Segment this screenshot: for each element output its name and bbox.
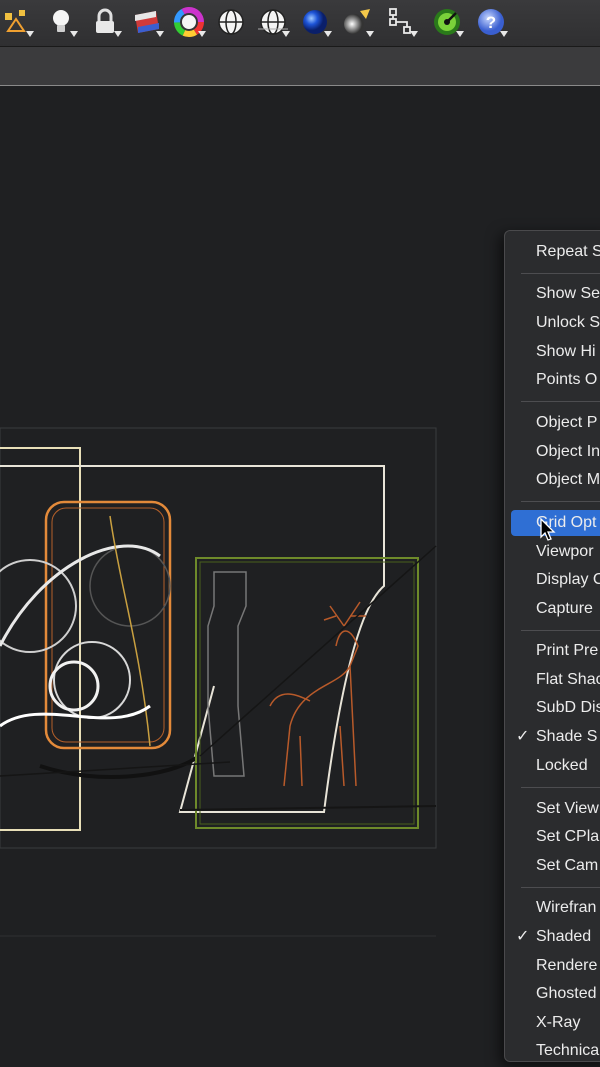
menu-item-display[interactable]: Display C <box>511 567 600 593</box>
svg-text:?: ? <box>486 13 496 32</box>
menu-separator <box>521 630 600 631</box>
menu-item-capture[interactable]: Capture <box>511 596 600 622</box>
menu-item-ghosted[interactable]: Ghosted <box>511 981 600 1007</box>
menu-item-technical[interactable]: Technica <box>511 1038 600 1061</box>
menu-item-show-selected[interactable]: Show Se <box>511 281 600 307</box>
menu-item-set-view[interactable]: Set View <box>511 796 600 822</box>
render-light-icon[interactable] <box>340 5 376 41</box>
menu-item-repeat[interactable]: Repeat S <box>511 239 600 265</box>
lock-icon[interactable] <box>88 5 124 41</box>
menu-separator <box>521 401 600 402</box>
lightbulb-icon[interactable] <box>44 5 80 41</box>
menu-item-points-on[interactable]: Points O <box>511 367 600 393</box>
menu-item-rendered[interactable]: Rendere <box>511 953 600 979</box>
checkmark-icon: ✓ <box>516 928 530 945</box>
menu-item-shade-selected[interactable]: ✓ Shade S <box>511 724 600 750</box>
menu-separator <box>521 787 600 788</box>
menu-item-viewport[interactable]: Viewpor <box>511 539 600 565</box>
wireframe-sphere-icon[interactable] <box>214 5 250 41</box>
grid-sphere-icon[interactable] <box>256 5 292 41</box>
shaded-sphere-icon[interactable] <box>298 5 334 41</box>
menu-item-object-m[interactable]: Object M <box>511 467 600 493</box>
menu-item-locked[interactable]: Locked <box>511 753 600 779</box>
menu-item-show-hidden[interactable]: Show Hi <box>511 339 600 365</box>
menu-item-wireframe[interactable]: Wirefran <box>511 895 600 921</box>
toolbar: ? <box>0 0 600 47</box>
menu-item-print-preview[interactable]: Print Pre <box>511 638 600 664</box>
menu-item-object-properties[interactable]: Object P <box>511 410 600 436</box>
menu-item-shaded[interactable]: ✓ Shaded <box>511 924 600 950</box>
help-icon[interactable]: ? <box>474 5 510 41</box>
menu-item-flat-shade[interactable]: Flat Shac <box>511 667 600 693</box>
command-bar[interactable] <box>0 47 600 86</box>
menu-item-set-cplane[interactable]: Set CPla <box>511 824 600 850</box>
menu-separator <box>521 501 600 502</box>
green-globe-icon[interactable] <box>430 5 466 41</box>
mouse-pointer-icon <box>540 518 556 541</box>
layer-colors-icon[interactable] <box>130 5 166 41</box>
menu-item-x-ray[interactable]: X-Ray <box>511 1010 600 1036</box>
menu-separator <box>521 887 600 888</box>
hierarchy-icon[interactable] <box>384 5 420 41</box>
menu-separator <box>521 273 600 274</box>
select-points-icon[interactable] <box>0 5 36 41</box>
color-wheel-icon[interactable] <box>172 5 208 41</box>
menu-item-subd-display[interactable]: SubD Dis <box>511 695 600 721</box>
context-menu: Repeat S Show Se Unlock S Show Hi Points… <box>504 230 600 1062</box>
checkmark-icon: ✓ <box>516 728 530 745</box>
menu-item-set-camera[interactable]: Set Cam <box>511 853 600 879</box>
menu-item-object-info[interactable]: Object In <box>511 439 600 465</box>
menu-item-unlock[interactable]: Unlock S <box>511 310 600 336</box>
